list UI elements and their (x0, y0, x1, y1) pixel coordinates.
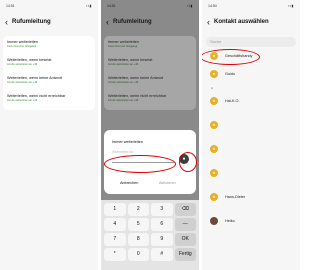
option-label: Immer weiterleiten (108, 40, 140, 44)
screen-call-forwarding: 14:51 ▪▪▮ ‹ Rufumleitung Immer weiterlei… (0, 0, 98, 270)
key-star[interactable]: * (104, 248, 126, 261)
search-input[interactable]: Suche (206, 37, 296, 47)
key-7[interactable]: 7 (104, 233, 126, 246)
back-icon[interactable]: ‹ (5, 17, 8, 27)
option-label: Weiterleiten, wenn besetzt (7, 58, 52, 62)
key-3[interactable]: 3 (151, 203, 173, 216)
option-forward-no-answer[interactable]: Weiterleiten, wenn keine Antwort Anrufe … (3, 72, 95, 90)
status-time: 14:51 (107, 4, 116, 8)
option-sub: Anrufe weiterleiten an +49 (7, 81, 38, 84)
app-bar: ‹ Rufumleitung (5, 15, 93, 29)
contact-row[interactable]: ● (205, 142, 297, 156)
option-always-forward[interactable]: Immer weiterleiten Keine Nummer festgele… (104, 36, 196, 54)
key-6[interactable]: 6 (151, 218, 173, 231)
section-header: H (211, 86, 214, 90)
contact-avatar: ● (210, 70, 218, 78)
numeric-keypad: 1 2 3 ⌫ 4 5 6 — 7 8 9 OK * 0 # Fertig (101, 200, 199, 270)
key-4[interactable]: 4 (104, 218, 126, 231)
status-icons: ▪▪▮ (187, 4, 193, 8)
back-icon[interactable]: ‹ (106, 17, 109, 27)
option-always-forward[interactable]: Immer weiterleiten Keine Nummer festgele… (3, 36, 95, 54)
backspace-key[interactable]: ⌫ (174, 203, 196, 216)
status-icons: ▪▪▮ (86, 4, 92, 8)
ok-key[interactable]: OK (174, 233, 196, 246)
page-title: Kontakt auswählen (214, 19, 269, 25)
option-label: Weiterleiten, wenn nicht erreichbar (7, 94, 66, 98)
option-label: Weiterleiten, wenn nicht erreichbar (108, 94, 167, 98)
contact-avatar: ● (210, 97, 218, 105)
back-icon[interactable]: ‹ (207, 17, 210, 27)
key-hash[interactable]: # (151, 248, 173, 261)
status-bar: 14:54 ▪▪▮ (208, 4, 294, 10)
page-title: Rufumleitung (12, 19, 51, 25)
page-title: Rufumleitung (113, 19, 152, 25)
option-label: Weiterleiten, wenn besetzt (108, 58, 153, 62)
option-sub: Anrufe weiterleiten an +49 (108, 99, 139, 102)
option-forward-busy[interactable]: Weiterleiten, wenn besetzt Anrufe weiter… (3, 54, 95, 72)
option-sub: Anrufe weiterleiten an +49 (7, 99, 38, 102)
contact-avatar: ● (210, 169, 218, 177)
cancel-button[interactable]: Abbrechen (120, 181, 138, 185)
contact-row[interactable]: ● Hai-K.O. (205, 94, 297, 108)
dash-key[interactable]: — (174, 218, 196, 231)
option-forward-busy[interactable]: Weiterleiten, wenn besetzt Anrufe weiter… (104, 54, 196, 72)
key-1[interactable]: 1 (104, 203, 126, 216)
screen-select-contact: 14:54 ▪▪▮ ‹ Kontakt auswählen Suche ● Ge… (202, 0, 300, 270)
contact-name: Guido (225, 72, 236, 76)
contact-avatar: ● (210, 145, 218, 153)
highlight-circle-contact (202, 49, 260, 65)
screen-always-forward-dialog: 14:51 ▪▪▮ ‹ Rufumleitung Immer weiterlei… (101, 0, 199, 270)
contact-row[interactable]: Heiko (205, 214, 297, 228)
option-sub: Keine Nummer festgelegt (108, 45, 138, 48)
contact-name: Hai-K.O. (225, 99, 240, 103)
option-forward-unreachable[interactable]: Weiterleiten, wenn nicht erreichbar Anru… (3, 90, 95, 110)
key-2[interactable]: 2 (127, 203, 149, 216)
status-time: 14:54 (208, 4, 217, 8)
status-bar: 14:51 ▪▪▮ (6, 4, 92, 10)
option-forward-unreachable[interactable]: Weiterleiten, wenn nicht erreichbar Anru… (104, 90, 196, 110)
option-label: Weiterleiten, wenn keine Antwort (108, 76, 164, 80)
option-sub: Anrufe weiterleiten an +49 (7, 63, 38, 66)
option-label: Immer weiterleiten (7, 40, 39, 44)
contact-row[interactable]: ● (205, 118, 297, 132)
key-9[interactable]: 9 (151, 233, 173, 246)
contact-avatar: ● (210, 121, 218, 129)
contact-row[interactable]: ● Hans-Dieter (205, 190, 297, 204)
search-placeholder: Suche (210, 39, 222, 44)
contact-name: Hans-Dieter (225, 195, 246, 199)
option-sub: Anrufe weiterleiten an +49 (108, 81, 139, 84)
forwarding-options-card: Immer weiterleiten Keine Nummer festgele… (3, 36, 95, 110)
forwarding-options-card: Immer weiterleiten Keine Nummer festgele… (104, 36, 196, 110)
key-5[interactable]: 5 (127, 218, 149, 231)
forward-number-placeholder: Weiterleiten an (112, 150, 134, 154)
contact-row[interactable]: ● Guido (205, 67, 297, 81)
key-0[interactable]: 0 (127, 248, 149, 261)
key-8[interactable]: 8 (127, 233, 149, 246)
app-bar: ‹ Kontakt auswählen (207, 15, 295, 29)
status-icons: ▪▪▮ (288, 4, 294, 8)
status-bar: 14:51 ▪▪▮ (107, 4, 193, 10)
option-forward-no-answer[interactable]: Weiterleiten, wenn keine Antwort Anrufe … (104, 72, 196, 90)
contact-name: Heiko (225, 219, 235, 223)
dialog-title: Immer weiterleiten (112, 140, 144, 144)
contact-row[interactable]: ● (205, 166, 297, 180)
highlight-circle-input (104, 155, 176, 173)
contact-photo (210, 217, 218, 225)
option-sub: Keine Nummer festgelegt (7, 45, 37, 48)
highlight-circle-contact-button (179, 152, 197, 172)
app-bar: ‹ Rufumleitung (106, 15, 194, 29)
option-label: Weiterleiten, wenn keine Antwort (7, 76, 63, 80)
activate-button[interactable]: Aktivieren (159, 181, 176, 185)
option-sub: Anrufe weiterleiten an +49 (108, 63, 139, 66)
done-key[interactable]: Fertig (174, 248, 196, 261)
status-time: 14:51 (6, 4, 15, 8)
contact-avatar: ● (210, 193, 218, 201)
